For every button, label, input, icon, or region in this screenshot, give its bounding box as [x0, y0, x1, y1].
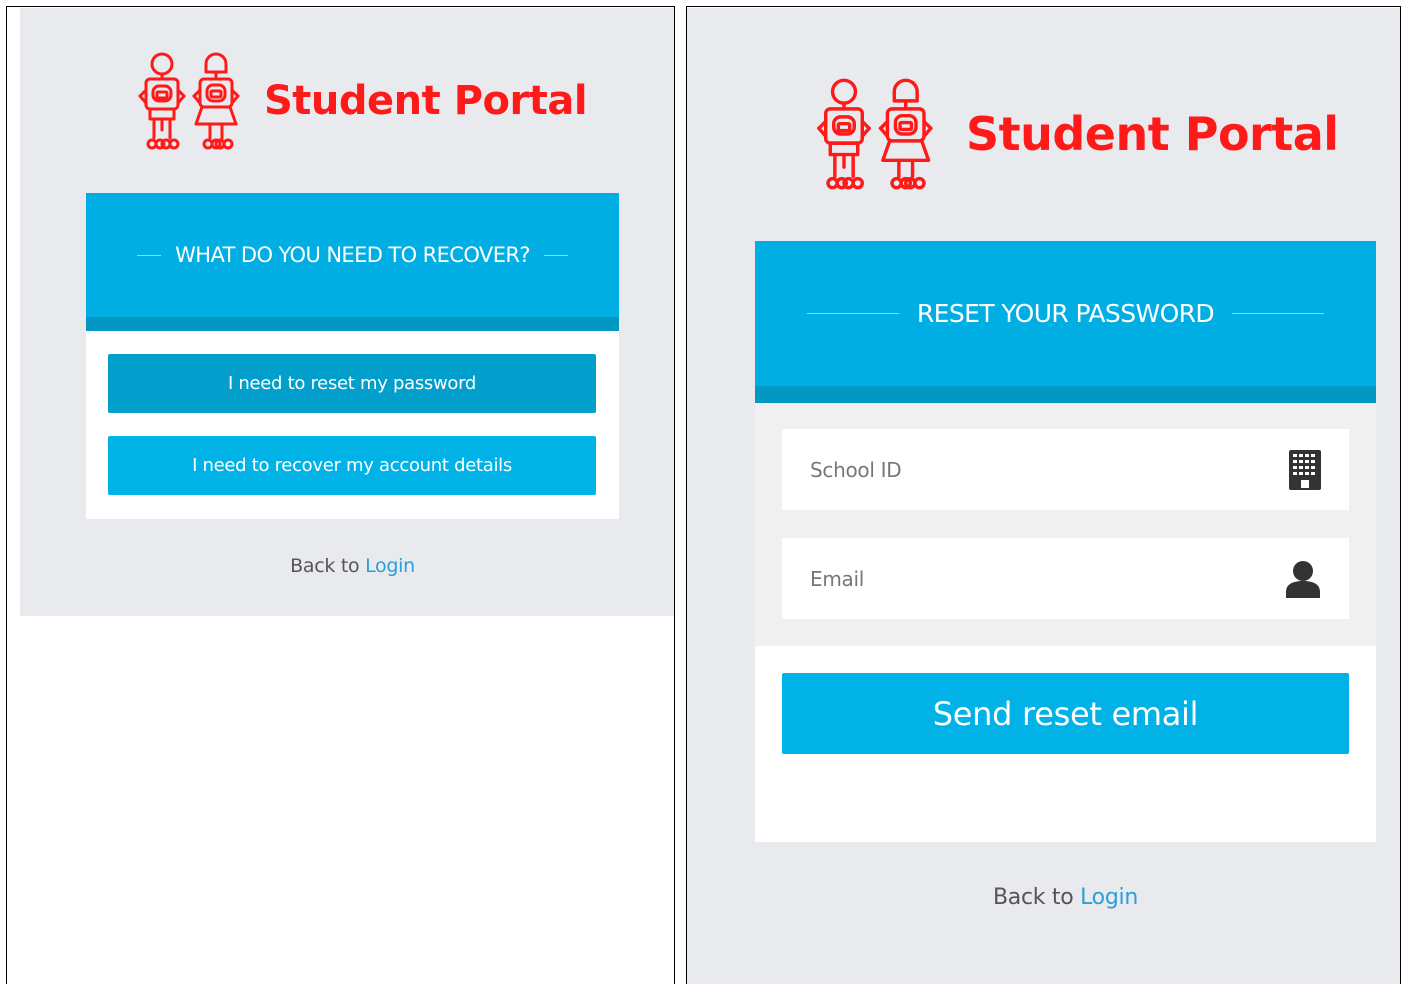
login-link[interactable]: Login: [1080, 885, 1138, 910]
user-icon: [1286, 560, 1320, 598]
school-id-input[interactable]: [810, 457, 1210, 482]
brand-title-large: Student Portal: [966, 107, 1339, 161]
back-to-login: Back to Login: [86, 555, 619, 577]
back-text: Back to: [290, 555, 360, 577]
reset-heading: RESET YOUR PASSWORD: [916, 299, 1215, 328]
students-icon-large: [817, 78, 933, 190]
email-field: [782, 538, 1349, 619]
back-text: Back to: [993, 885, 1074, 910]
school-id-field: [782, 429, 1349, 510]
back-to-login-2: Back to Login: [755, 885, 1376, 910]
reset-card-strip: [755, 386, 1376, 403]
recover-card-strip: [86, 317, 619, 331]
brand-logo-large: Student Portal: [812, 73, 1339, 195]
recover-account-button[interactable]: I need to recover my account details: [108, 436, 596, 495]
frame-top-right: [686, 6, 1401, 7]
heading-rule-left: [806, 313, 899, 314]
brand-title: Student Portal: [264, 78, 588, 124]
frame-divider-1: [674, 6, 675, 984]
students-icon: [138, 52, 240, 150]
brand-logo: Student Portal: [134, 48, 588, 154]
email-input[interactable]: [810, 566, 1210, 591]
building-icon: [1289, 449, 1321, 490]
recover-heading: WHAT DO YOU NEED TO RECOVER?: [175, 243, 530, 267]
reset-password-button[interactable]: I need to reset my password: [108, 354, 596, 413]
send-reset-email-button[interactable]: Send reset email: [782, 673, 1349, 754]
frame-right: [1400, 6, 1401, 984]
heading-rule-right: [1232, 313, 1325, 314]
login-link[interactable]: Login: [365, 555, 415, 577]
frame-top-left: [6, 6, 675, 7]
heading-rule-right: [543, 254, 568, 256]
frame-left: [6, 6, 7, 984]
heading-rule-left: [137, 254, 162, 256]
recover-card-header: WHAT DO YOU NEED TO RECOVER?: [86, 193, 619, 317]
reset-card-header: RESET YOUR PASSWORD: [755, 241, 1376, 386]
